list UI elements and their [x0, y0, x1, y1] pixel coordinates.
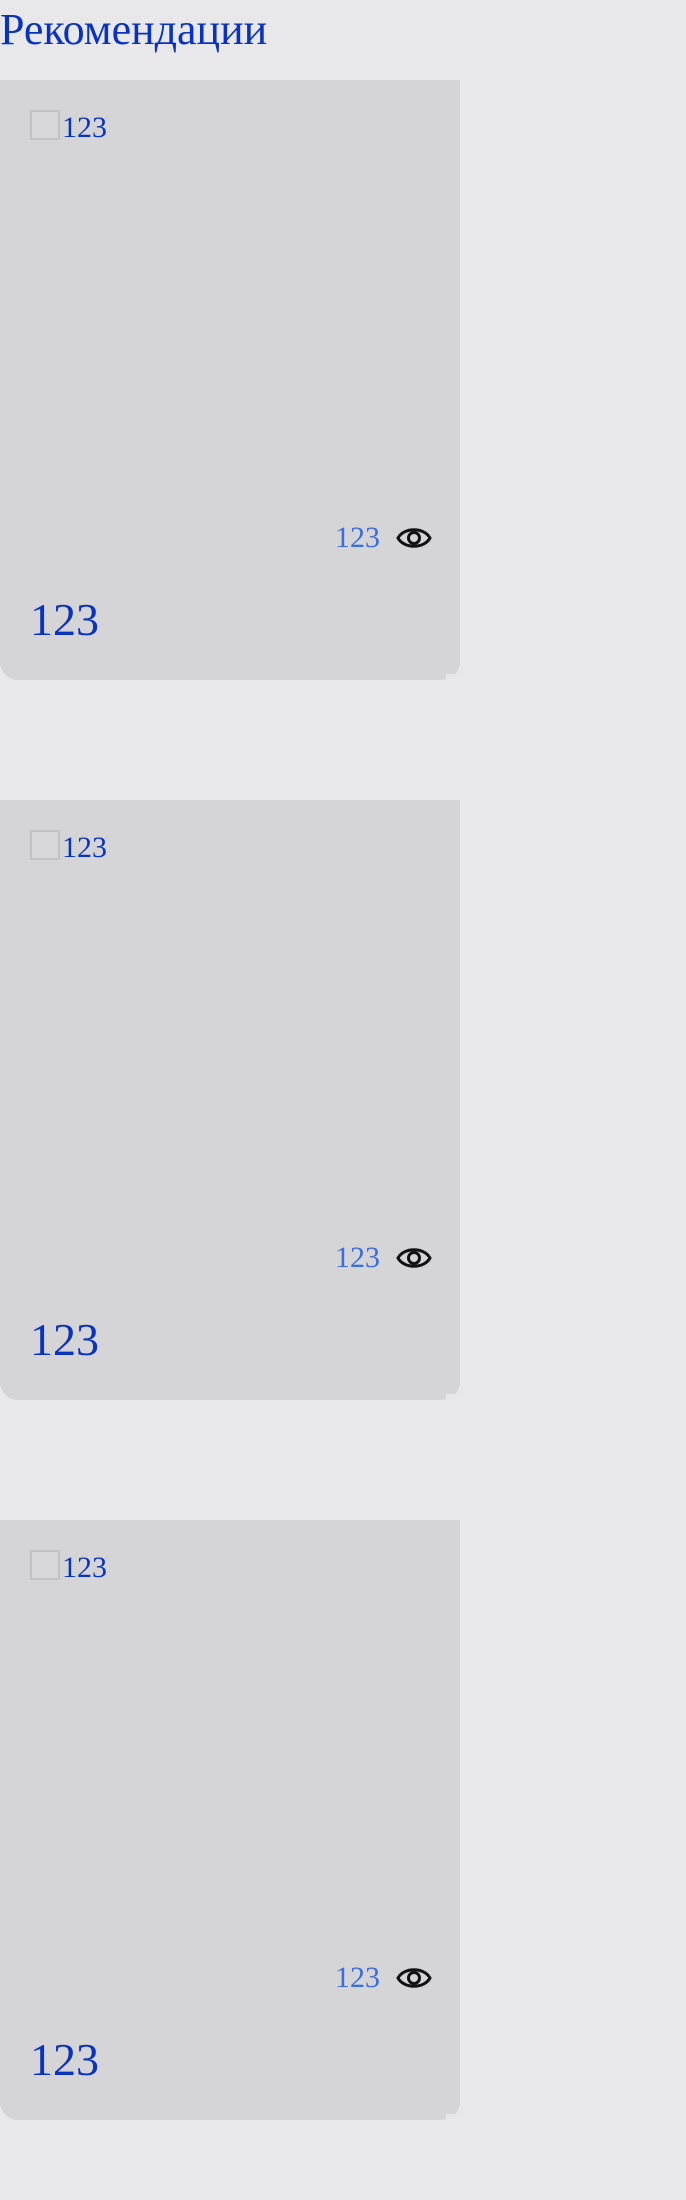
views-count: 123 [335, 521, 380, 554]
card-label: 123 [62, 111, 107, 144]
card-title[interactable]: 123 [30, 1310, 99, 1370]
card-checkbox[interactable] [30, 830, 60, 860]
recommendation-card[interactable]: 123 123 123 [0, 1520, 460, 2120]
card-views: 123 [335, 1958, 432, 1998]
card-label: 123 [62, 831, 107, 864]
recommendation-card[interactable]: 123 123 123 [0, 800, 460, 1400]
card-title[interactable]: 123 [30, 590, 99, 650]
card-checkbox[interactable] [30, 1550, 60, 1580]
eye-icon [396, 1968, 432, 1988]
eye-icon [396, 1248, 432, 1268]
page-title: Рекомендации [0, 5, 268, 54]
eye-icon [396, 528, 432, 548]
views-count: 123 [335, 1241, 380, 1274]
views-count: 123 [335, 1961, 380, 1994]
recommendation-card[interactable]: 123 123 123 [0, 80, 460, 680]
card-views: 123 [335, 518, 432, 558]
card-views: 123 [335, 1238, 432, 1278]
card-title[interactable]: 123 [30, 2030, 99, 2090]
card-label: 123 [62, 1551, 107, 1584]
card-checkbox[interactable] [30, 110, 60, 140]
